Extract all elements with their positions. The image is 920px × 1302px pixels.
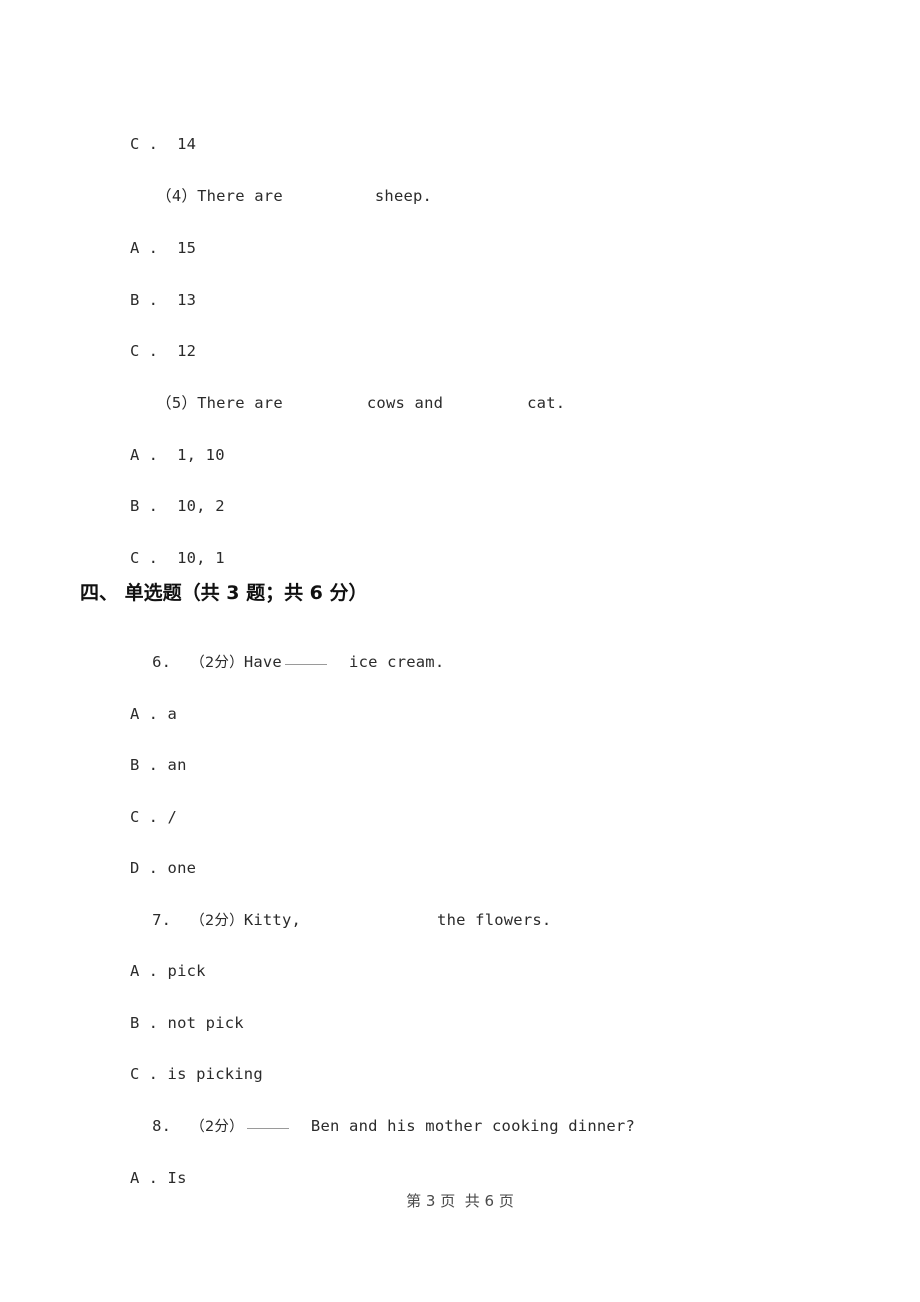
option-text: 13 [177,291,197,309]
option-text: pick [167,962,206,980]
question-number: 6. [152,652,172,671]
option-text: a [167,705,178,723]
option-text: 12 [177,342,197,360]
option-text: is picking [167,1065,263,1083]
question-stem-after: ice cream. [349,652,445,671]
option-label: C . [130,808,158,826]
question-points: （2分） [190,912,244,929]
question-6: 6. （2分）Have ice cream. [114,639,444,686]
question-7: 7. （2分）Kitty, the flowers. [114,897,551,944]
option-label: C . [130,135,158,153]
option-row[interactable]: A . a [114,691,177,739]
option-row[interactable]: B . an [114,742,187,790]
option-text: / [167,808,178,826]
option-row[interactable]: A . pick [114,948,206,996]
answer-blank[interactable] [284,663,327,665]
option-text: 10, 2 [177,497,225,515]
option-label: C . [130,549,158,567]
question-stem-after: the flowers. [437,910,552,929]
option-text: one [167,859,197,877]
option-row[interactable]: A . 1, 10 [114,432,225,480]
option-label: B . [130,1014,158,1032]
option-label: C . [130,342,158,360]
question-points: （2分） [190,654,244,671]
sub-question-number: （5） [156,393,198,412]
sub-question-stem-after: cat. [527,393,566,412]
exam-page: C . 14 （4）There are sheep. A . 15 B . 13 … [0,0,920,1302]
question-stem-before: Have [243,652,282,671]
sub-question-stem-before: There are [197,186,283,205]
option-label: A . [130,446,158,464]
option-row[interactable]: B . 13 [114,277,196,325]
option-label: B . [130,756,158,774]
option-label: A . [130,705,158,723]
question-points: （2分） [190,1118,244,1135]
section-heading: 四、 单选题（共 3 题；共 6 分） [80,582,368,604]
option-text: not pick [167,1014,244,1032]
option-label: A . [130,239,158,257]
option-text: 10, 1 [177,549,225,567]
option-row[interactable]: D . one [114,845,196,893]
option-row[interactable]: C . 12 [114,328,196,376]
sub-question-5: （5）There are cows and cat. [118,380,565,427]
question-number: 8. [152,1116,172,1135]
option-label: B . [130,497,158,515]
answer-blank[interactable] [246,1127,289,1129]
option-row[interactable]: B . 10, 2 [114,483,225,531]
option-text: 14 [177,135,197,153]
option-row[interactable]: C . is picking [114,1051,263,1099]
option-row[interactable]: C . 10, 1 [114,535,225,583]
option-row[interactable]: A . 15 [114,225,196,273]
option-text: 1, 10 [177,446,225,464]
option-text: 15 [177,239,197,257]
sub-question-number: （4） [156,186,198,205]
option-text: Is [167,1169,187,1187]
sub-question-stem-before: There are [197,393,283,412]
question-8: 8. （2分） Ben and his mother cooking dinne… [114,1103,635,1150]
sub-question-stem-middle: cows and [366,393,444,412]
option-label: A . [130,1169,158,1187]
option-label: A . [130,962,158,980]
option-text: an [167,756,187,774]
question-number: 7. [152,910,172,929]
sub-question-4: （4）There are sheep. [118,173,432,220]
question-stem-after: Ben and his mother cooking dinner? [310,1116,635,1135]
option-row[interactable]: C . / [114,794,177,842]
option-label: B . [130,291,158,309]
sub-question-stem-after: sheep. [374,186,433,205]
option-row[interactable]: C . 14 [114,121,196,169]
option-row[interactable]: B . not pick [114,1000,244,1048]
option-label: D . [130,859,158,877]
page-footer: 第 3 页 共 6 页 [406,1192,514,1210]
question-stem-before: Kitty, [243,910,302,929]
option-label: C . [130,1065,158,1083]
